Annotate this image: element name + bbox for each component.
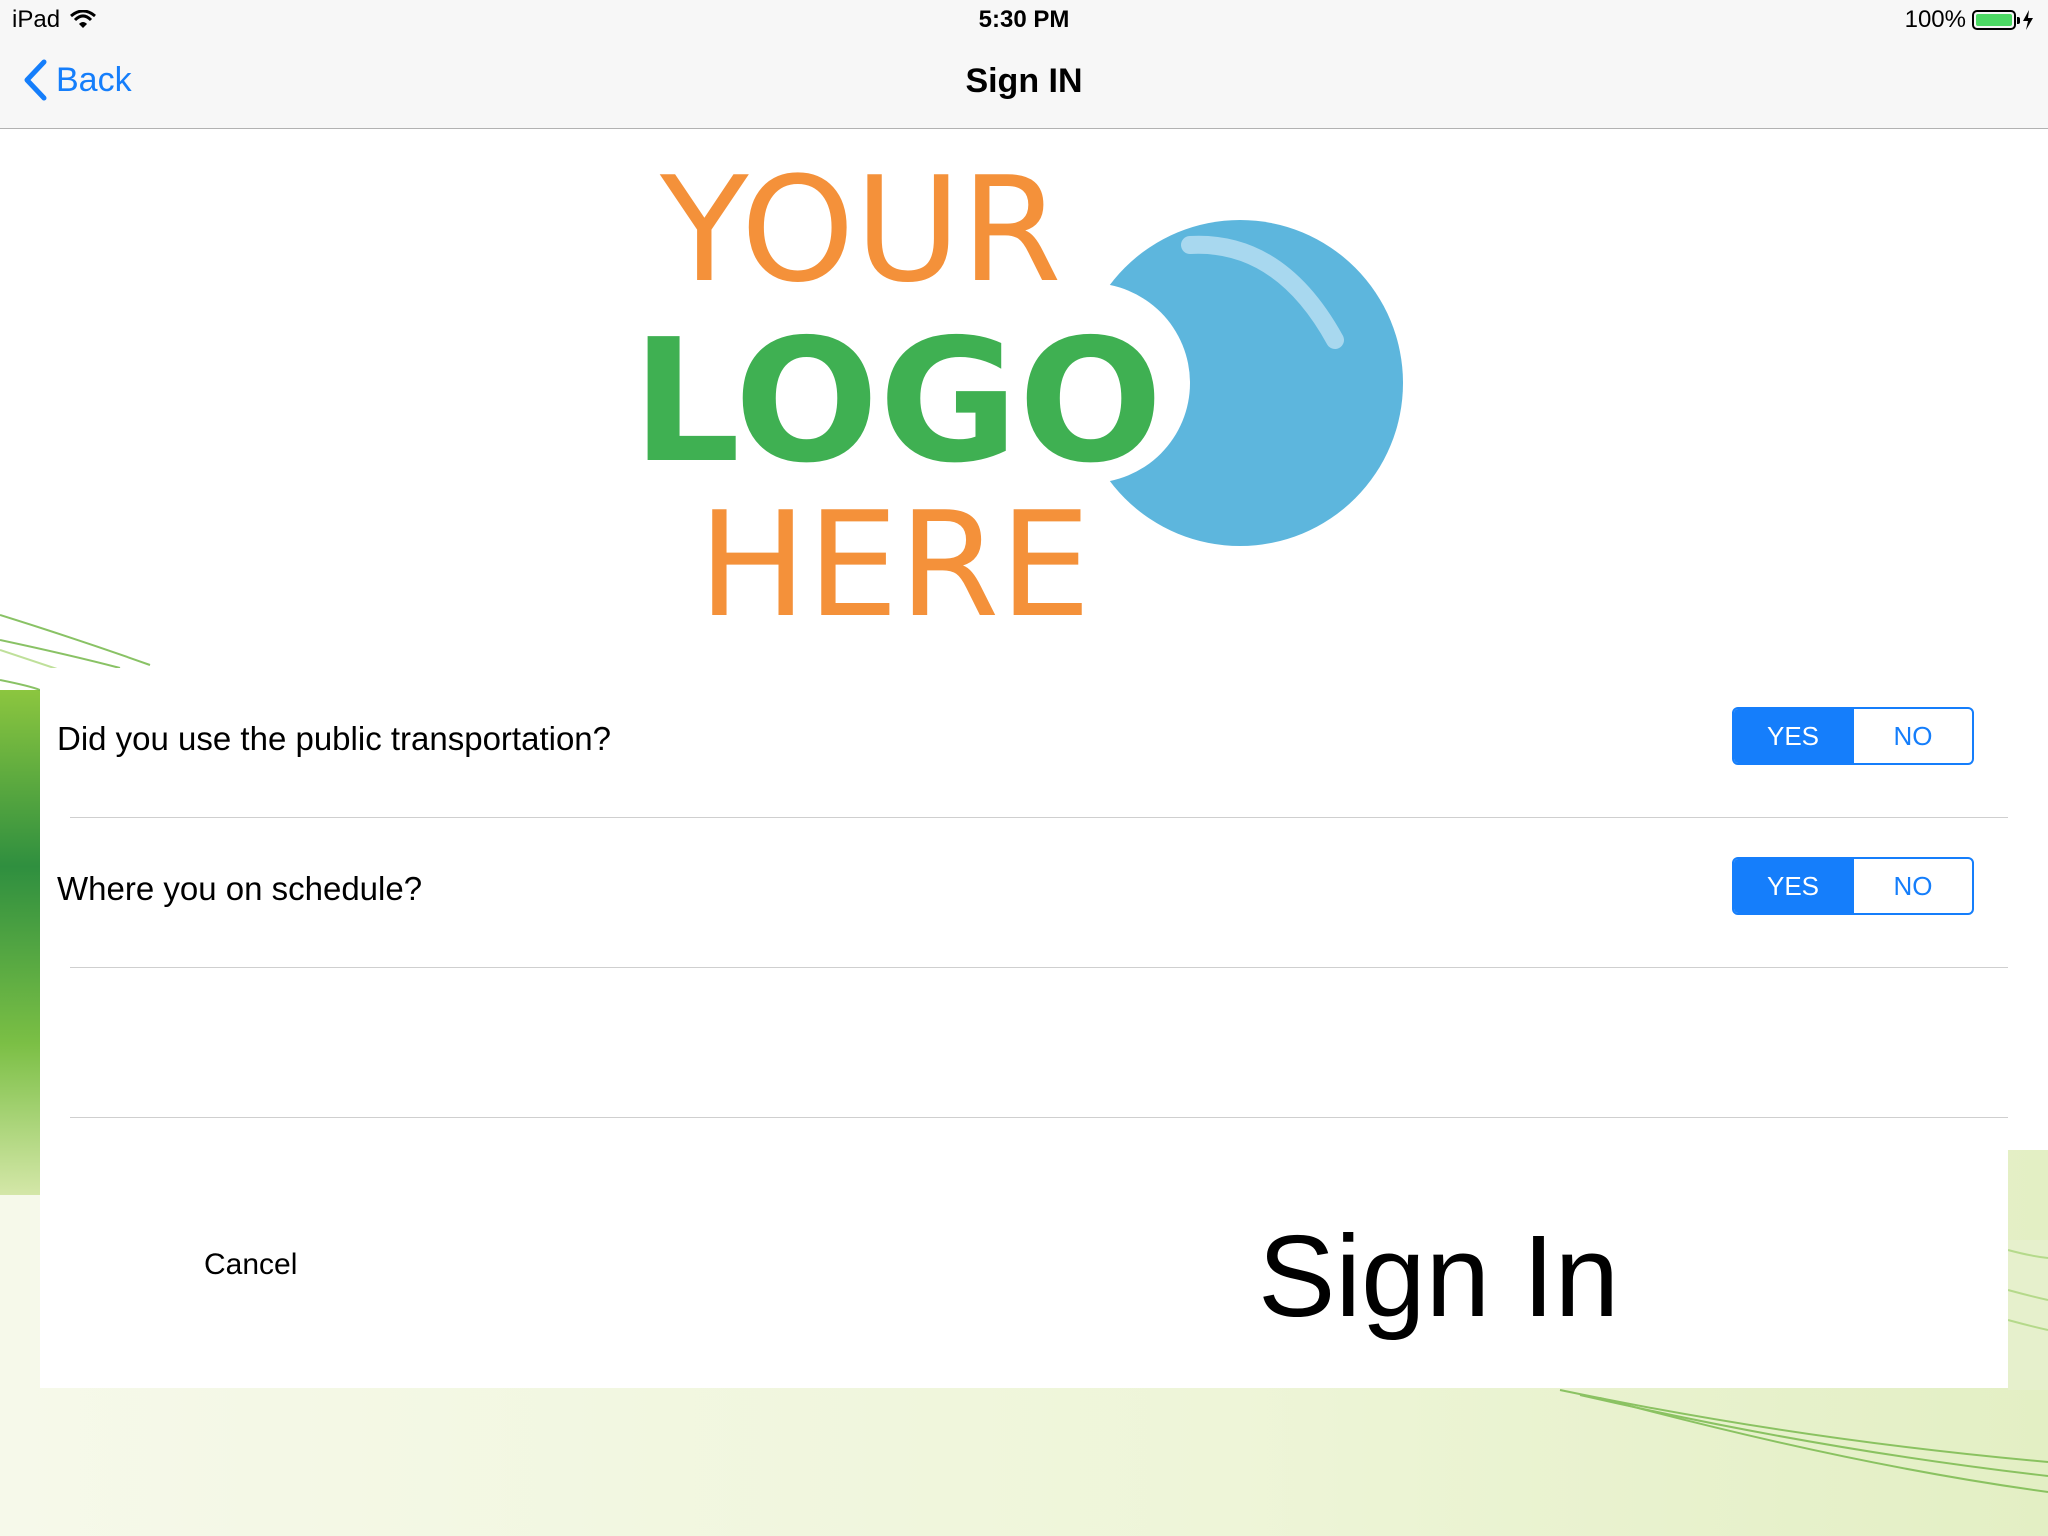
question-label: Where you on schedule? <box>57 870 423 907</box>
no-segment[interactable]: NO <box>1852 709 1972 763</box>
charging-icon <box>2023 10 2033 30</box>
logo-text-bottom: HERE <box>698 481 1091 630</box>
question-row: Did you use the public transportation? Y… <box>40 668 2008 818</box>
question-row: Where you on schedule? YES NO <box>40 818 2008 968</box>
empty-row <box>40 968 2008 1118</box>
logo-text-top: YOUR <box>659 150 1062 315</box>
row-divider <box>70 1117 2008 1118</box>
cancel-button[interactable]: Cancel <box>204 1248 297 1282</box>
status-time: 5:30 PM <box>978 6 1070 33</box>
yes-segment[interactable]: YES <box>1734 859 1852 913</box>
no-segment[interactable]: NO <box>1852 859 1972 913</box>
yes-segment[interactable]: YES <box>1734 709 1852 763</box>
yes-no-segmented-control: YES NO <box>1732 707 1974 765</box>
sign-in-button[interactable]: Sign In <box>1258 1218 1619 1334</box>
company-logo: YOUR LOGO HERE <box>632 150 1403 630</box>
navigation-bar: Back Sign IN <box>0 40 2048 129</box>
page-title: Sign IN <box>965 62 1083 100</box>
status-bar: iPad 5:30 PM 100% <box>0 0 2048 40</box>
battery-percent: 100% <box>1904 6 1966 33</box>
battery-icon <box>1972 10 2020 30</box>
sign-in-form: Did you use the public transportation? Y… <box>40 668 2008 1388</box>
status-right: 100% <box>1905 6 2034 34</box>
question-label: Did you use the public transportation? <box>57 720 612 757</box>
yes-no-segmented-control: YES NO <box>1732 857 1974 915</box>
logo-text-middle: LOGO <box>632 303 1163 501</box>
